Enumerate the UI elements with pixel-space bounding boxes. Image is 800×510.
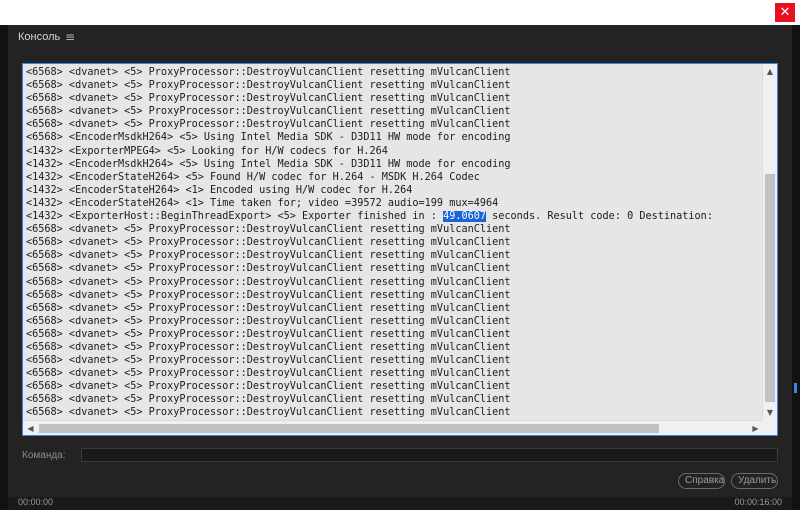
log-line: <1432> <EncoderMsdkH264> <5> Using Intel…: [26, 158, 511, 170]
log-line: <6568> <dvanet> <5> ProxyProcessor::Dest…: [26, 224, 511, 236]
log-line: <6568> <dvanet> <5> ProxyProcessor::Dest…: [26, 315, 511, 327]
delete-button[interactable]: Удалить: [731, 473, 778, 489]
console-output[interactable]: <6568> <dvanet> <5> ProxyProcessor::Dest…: [22, 63, 778, 436]
background-left: [0, 25, 8, 510]
horizontal-scroll-thumb[interactable]: [39, 424, 659, 433]
command-input[interactable]: [81, 448, 778, 462]
scroll-down-icon[interactable]: ▼: [763, 405, 777, 420]
log-line: <6568> <dvanet> <5> ProxyProcessor::Dest…: [26, 93, 511, 105]
log-line: <6568> <dvanet> <5> ProxyProcessor::Dest…: [26, 119, 511, 131]
log-line: <6568> <dvanet> <5> ProxyProcessor::Dest…: [26, 355, 511, 367]
log-line: <6568> <dvanet> <5> ProxyProcessor::Dest…: [26, 394, 511, 406]
log-line: <6568> <dvanet> <5> ProxyProcessor::Dest…: [26, 67, 511, 78]
timecode-right: 00:00:16:00: [734, 497, 782, 507]
scroll-left-icon[interactable]: ◀: [23, 421, 38, 436]
selected-text[interactable]: 49.0607: [443, 211, 487, 223]
panel-title: Консоль: [18, 31, 61, 43]
log-line: <1432> <EncoderStateH264> <1> Time taken…: [26, 197, 499, 209]
log-line: <6568> <dvanet> <5> ProxyProcessor::Dest…: [26, 407, 511, 419]
log-line: <6568> <dvanet> <5> ProxyProcessor::Dest…: [26, 302, 511, 314]
log-line: <6568> <dvanet> <5> ProxyProcessor::Dest…: [26, 381, 511, 393]
vertical-scroll-thumb[interactable]: [765, 174, 775, 402]
log-line-prefix: <1432> <ExporterHost::BeginThreadExport>…: [26, 211, 444, 223]
log-line: <6568> <dvanet> <5> ProxyProcessor::Dest…: [26, 368, 511, 380]
log-line: <6568> <EncoderMsdkH264> <5> Using Intel…: [26, 132, 511, 144]
accent-marker: [794, 383, 797, 393]
timecode-left: 00:00:00: [18, 497, 54, 507]
help-button[interactable]: Справка: [678, 473, 725, 489]
log-line-suffix: seconds. Result code: 0 Destination:: [486, 211, 720, 223]
log-line: <1432> <EncoderStateH264> <5> Found H/W …: [26, 171, 480, 183]
log-line: <6568> <dvanet> <5> ProxyProcessor::Dest…: [26, 289, 511, 301]
scroll-corner: [762, 420, 777, 435]
console-log[interactable]: <6568> <dvanet> <5> ProxyProcessor::Dest…: [26, 66, 760, 419]
scroll-right-icon[interactable]: ▶: [748, 421, 763, 436]
panel-menu-icon[interactable]: ≡: [65, 30, 75, 44]
log-line: <6568> <dvanet> <5> ProxyProcessor::Dest…: [26, 341, 511, 353]
scroll-up-icon[interactable]: ▲: [763, 64, 777, 79]
log-line: <6568> <dvanet> <5> ProxyProcessor::Dest…: [26, 328, 511, 340]
close-button[interactable]: ✕: [775, 3, 795, 22]
log-line: <6568> <dvanet> <5> ProxyProcessor::Dest…: [26, 80, 511, 92]
log-line: <6568> <dvanet> <5> ProxyProcessor::Dest…: [26, 276, 511, 288]
log-line: <6568> <dvanet> <5> ProxyProcessor::Dest…: [26, 237, 511, 249]
horizontal-scrollbar[interactable]: ◀ ▶: [23, 420, 763, 435]
background-right: [792, 25, 800, 510]
log-line: <1432> <EncoderStateH264> <1> Encoded us…: [26, 184, 413, 196]
vertical-scrollbar[interactable]: ▲ ▼: [762, 64, 777, 420]
log-line: <1432> <ExporterMPEG4> <5> Looking for H…: [26, 145, 388, 157]
panel-header: Консоль ≡: [8, 25, 792, 53]
timeline-strip: 00:00:00 00:00:16:00: [8, 497, 792, 510]
log-line: <6568> <dvanet> <5> ProxyProcessor::Dest…: [26, 250, 511, 262]
console-panel: Консоль ≡ <6568> <dvanet> <5> ProxyProce…: [8, 25, 792, 510]
window-titlebar: ✕: [0, 0, 800, 25]
log-line: <6568> <dvanet> <5> ProxyProcessor::Dest…: [26, 106, 511, 118]
log-line: <6568> <dvanet> <5> ProxyProcessor::Dest…: [26, 263, 511, 275]
log-line-selected: <1432> <ExporterHost::BeginThreadExport>…: [26, 210, 760, 223]
command-label: Команда:: [22, 450, 66, 461]
